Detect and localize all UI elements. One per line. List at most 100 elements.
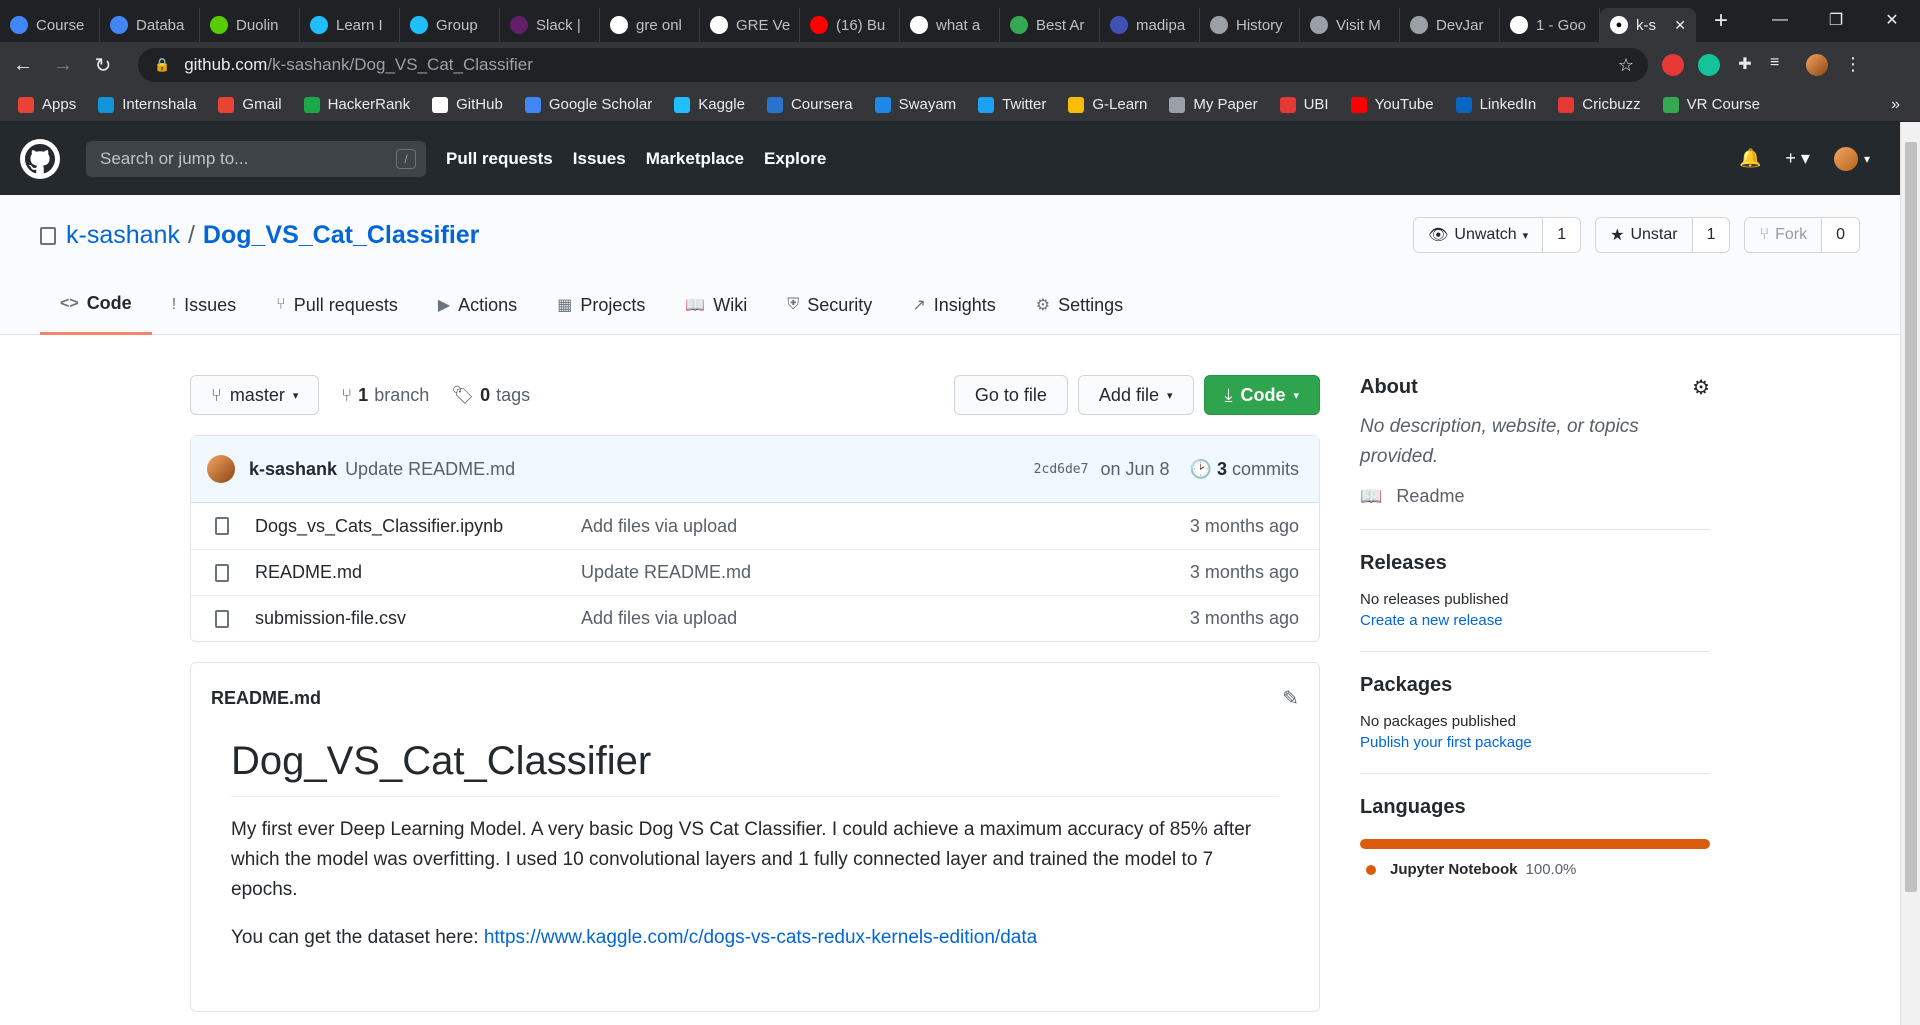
- forward-icon[interactable]: →: [46, 54, 80, 77]
- star-count[interactable]: 1: [1692, 218, 1730, 252]
- bookmark-item[interactable]: Twitter: [978, 96, 1046, 113]
- tab-insights[interactable]: ↗ Insights: [892, 275, 1015, 335]
- adblock-extension-icon[interactable]: [1662, 54, 1684, 76]
- notifications-bell-icon[interactable]: 🔔: [1739, 148, 1761, 169]
- publish-package-link[interactable]: Publish your first package: [1360, 734, 1710, 751]
- browser-tab[interactable]: (16) Bu: [800, 8, 900, 42]
- browser-tab[interactable]: 1 - Goo: [1500, 8, 1600, 42]
- bookmark-item[interactable]: Apps: [18, 96, 76, 113]
- file-name[interactable]: README.md: [255, 562, 581, 583]
- restore-icon[interactable]: ❐: [1808, 10, 1864, 30]
- bookmarks-overflow-icon[interactable]: »: [1891, 96, 1900, 114]
- packages-title[interactable]: Packages: [1360, 674, 1710, 697]
- tab-settings[interactable]: ⚙ Settings: [1016, 275, 1143, 335]
- lock-icon[interactable]: 🔒: [154, 57, 170, 73]
- browser-tab[interactable]: Databa: [100, 8, 200, 42]
- bookmark-item[interactable]: LinkedIn: [1455, 96, 1536, 113]
- fork-button[interactable]: ⑂ Fork: [1745, 218, 1823, 252]
- new-tab-icon[interactable]: +: [1714, 7, 1728, 35]
- bookmark-item[interactable]: YouTube: [1350, 96, 1434, 113]
- gear-icon[interactable]: ⚙: [1692, 375, 1710, 400]
- commit-author[interactable]: k-sashank: [249, 459, 337, 480]
- nav-explore[interactable]: Explore: [764, 149, 826, 169]
- omnibox[interactable]: 🔒 github.com/k-sashank/Dog_VS_Cat_Classi…: [138, 48, 1648, 82]
- file-name[interactable]: submission-file.csv: [255, 608, 581, 629]
- tab-actions[interactable]: ▶ Actions: [418, 275, 537, 335]
- readme-filename[interactable]: README.md: [211, 688, 321, 709]
- browser-tab[interactable]: Slack |: [500, 8, 600, 42]
- browser-tab[interactable]: History: [1200, 8, 1300, 42]
- branch-select-button[interactable]: ⑂ master ▾: [190, 375, 320, 415]
- reload-icon[interactable]: ↻: [86, 53, 120, 78]
- file-row[interactable]: submission-file.csv Add files via upload 3…: [191, 595, 1319, 641]
- bookmark-item[interactable]: G-Learn: [1068, 96, 1147, 113]
- search-input[interactable]: Search or jump to... /: [86, 140, 426, 177]
- bookmark-item[interactable]: Kaggle: [674, 96, 745, 113]
- page-scrollbar[interactable]: [1900, 122, 1920, 1025]
- back-icon[interactable]: ←: [6, 54, 40, 77]
- bookmark-item[interactable]: Cricbuzz: [1558, 96, 1641, 113]
- bookmark-star-icon[interactable]: ☆: [1618, 55, 1634, 76]
- nav-marketplace[interactable]: Marketplace: [646, 149, 744, 169]
- branches-link[interactable]: ⑂ 1 branch: [341, 385, 429, 406]
- tab-code[interactable]: <> Code: [40, 275, 152, 335]
- add-file-button[interactable]: Add file ▾: [1077, 375, 1194, 415]
- fork-count[interactable]: 0: [1822, 218, 1859, 252]
- browser-tab[interactable]: Best Ar: [1000, 8, 1100, 42]
- edit-pencil-icon[interactable]: ✎: [1282, 686, 1299, 711]
- file-row[interactable]: Dogs_vs_Cats_Classifier.ipynb Add files v…: [191, 503, 1319, 549]
- browser-tab[interactable]: gre onl: [600, 8, 700, 42]
- create-new-plus-icon[interactable]: + ▾: [1785, 148, 1810, 169]
- browser-tab[interactable]: Duolin: [200, 8, 300, 42]
- reading-list-icon[interactable]: ≡: [1770, 54, 1792, 76]
- profile-avatar[interactable]: [1806, 54, 1828, 76]
- bookmark-item[interactable]: Coursera: [766, 96, 853, 113]
- bookmark-item[interactable]: Swayam: [874, 96, 956, 113]
- browser-tab[interactable]: Visit M: [1300, 8, 1400, 42]
- releases-title[interactable]: Releases: [1360, 552, 1710, 575]
- unstar-button[interactable]: ★ Unstar: [1596, 218, 1693, 252]
- tags-link[interactable]: 🏷 0 tags: [451, 385, 530, 406]
- close-tab-icon[interactable]: ✕: [1674, 17, 1686, 34]
- tab-projects[interactable]: ▦ Projects: [537, 275, 665, 335]
- commits-link[interactable]: 🕑 3 commits: [1190, 459, 1299, 480]
- nav-issues[interactable]: Issues: [573, 149, 626, 169]
- github-logo-icon[interactable]: [20, 138, 60, 179]
- active-tab[interactable]: ● k-s ✕: [1600, 8, 1696, 42]
- file-commit-message[interactable]: Add files via upload: [581, 608, 737, 629]
- menu-kebab-icon[interactable]: ⋮: [1842, 54, 1864, 76]
- browser-tab[interactable]: madipa: [1100, 8, 1200, 42]
- bookmark-item[interactable]: Internshala: [98, 96, 196, 113]
- browser-tab[interactable]: Course: [0, 8, 100, 42]
- unwatch-button[interactable]: 👁 Unwatch ▾: [1414, 218, 1544, 252]
- go-to-file-button[interactable]: Go to file: [953, 375, 1068, 415]
- commit-author-avatar[interactable]: [207, 455, 235, 483]
- dataset-link[interactable]: https://www.kaggle.com/c/dogs-vs-cats-re…: [484, 927, 1037, 948]
- bookmark-item[interactable]: HackerRank: [303, 96, 410, 113]
- watch-count[interactable]: 1: [1543, 218, 1581, 252]
- readme-link[interactable]: 📖 Readme: [1360, 486, 1710, 507]
- bookmark-item[interactable]: Gmail: [218, 96, 282, 113]
- close-window-icon[interactable]: ✕: [1864, 10, 1920, 30]
- browser-tab[interactable]: what a: [900, 8, 1000, 42]
- tab-pull-requests[interactable]: ⑂ Pull requests: [256, 275, 418, 335]
- bookmark-item[interactable]: GitHub: [432, 96, 503, 113]
- browser-tab[interactable]: DevJar: [1400, 8, 1500, 42]
- bookmark-item[interactable]: Google Scholar: [524, 96, 652, 113]
- bookmark-item[interactable]: My Paper: [1169, 96, 1258, 113]
- language-item[interactable]: Jupyter Notebook 100.0%: [1360, 861, 1710, 878]
- commit-sha[interactable]: 2cd6de7: [1034, 462, 1089, 477]
- tab-wiki[interactable]: 📖 Wiki: [665, 275, 767, 335]
- repo-name-link[interactable]: Dog_VS_Cat_Classifier: [203, 221, 480, 250]
- tab-security[interactable]: ⛨ Security: [767, 275, 892, 335]
- browser-tab[interactable]: Group: [400, 8, 500, 42]
- extensions-puzzle-icon[interactable]: ✚: [1734, 54, 1756, 76]
- nav-pull-requests[interactable]: Pull requests: [446, 149, 553, 169]
- repo-owner-link[interactable]: k-sashank: [66, 221, 180, 250]
- scrollbar-thumb[interactable]: [1905, 142, 1917, 892]
- browser-tab[interactable]: Learn I: [300, 8, 400, 42]
- user-menu[interactable]: ▾: [1833, 146, 1870, 171]
- commit-message[interactable]: Update README.md: [345, 459, 515, 480]
- minimize-icon[interactable]: —: [1752, 11, 1808, 29]
- tab-issues[interactable]: ! Issues: [152, 275, 256, 335]
